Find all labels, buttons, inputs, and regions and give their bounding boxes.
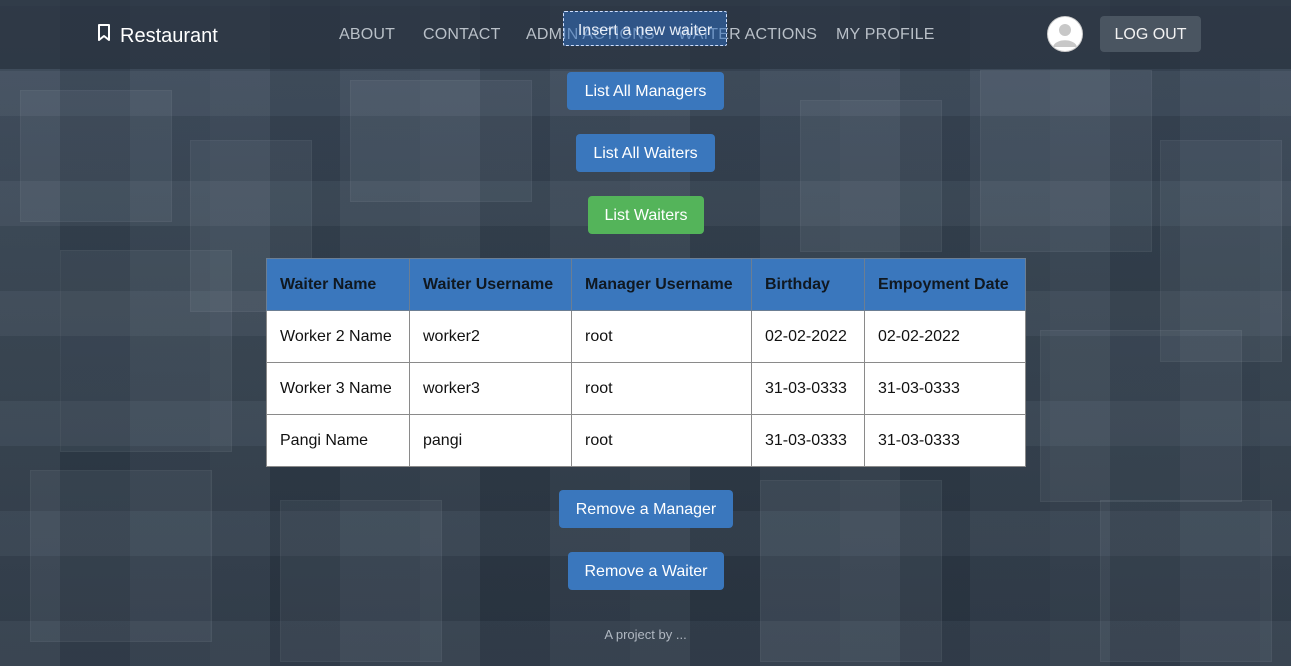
nav-link-contact[interactable]: CONTACT [423, 26, 501, 44]
insert-waiter-button[interactable]: Insert a new waiter [563, 11, 727, 46]
table-header-row: Waiter Name Waiter Username Manager User… [266, 258, 1026, 311]
list-all-managers-button[interactable]: List All Managers [567, 72, 724, 110]
cell-manager-username: root [571, 414, 752, 467]
col-waiter-name: Waiter Name [266, 258, 410, 311]
cell-employment-date: 02-02-2022 [864, 310, 1026, 363]
remove-manager-button[interactable]: Remove a Manager [559, 490, 733, 528]
cell-waiter-username: worker2 [409, 310, 572, 363]
cell-employment-date: 31-03-0333 [864, 362, 1026, 415]
waiters-table: Waiter Name Waiter Username Manager User… [266, 258, 1026, 467]
brand-logo[interactable]: Restaurant [97, 24, 218, 48]
cell-birthday: 02-02-2022 [751, 310, 865, 363]
cell-waiter-username: pangi [409, 414, 572, 467]
cell-employment-date: 31-03-0333 [864, 414, 1026, 467]
col-manager-username: Manager Username [571, 258, 752, 311]
logout-button[interactable]: LOG OUT [1100, 16, 1201, 52]
cell-waiter-name: Worker 2 Name [266, 310, 410, 363]
cell-manager-username: root [571, 362, 752, 415]
cell-birthday: 31-03-0333 [751, 414, 865, 467]
table-row: Worker 2 Name worker2 root 02-02-2022 02… [266, 310, 1026, 363]
table-row: Worker 3 Name worker3 root 31-03-0333 31… [266, 362, 1026, 415]
col-waiter-username: Waiter Username [409, 258, 572, 311]
table-row: Pangi Name pangi root 31-03-0333 31-03-0… [266, 414, 1026, 467]
cell-waiter-name: Worker 3 Name [266, 362, 410, 415]
cell-waiter-username: worker3 [409, 362, 572, 415]
footer-text: A project by ... [604, 627, 687, 642]
cell-waiter-name: Pangi Name [266, 414, 410, 467]
user-avatar-icon[interactable] [1047, 16, 1083, 52]
list-waiters-button[interactable]: List Waiters [588, 196, 704, 234]
nav-link-about[interactable]: ABOUT [339, 26, 395, 44]
col-employment-date: Empoyment Date [864, 258, 1026, 311]
nav-link-my-profile[interactable]: MY PROFILE [836, 26, 935, 44]
cell-manager-username: root [571, 310, 752, 363]
remove-waiter-button[interactable]: Remove a Waiter [568, 552, 724, 590]
bookmark-icon [97, 24, 120, 48]
list-all-waiters-button[interactable]: List All Waiters [576, 134, 715, 172]
cell-birthday: 31-03-0333 [751, 362, 865, 415]
col-birthday: Birthday [751, 258, 865, 311]
brand-name: Restaurant [120, 24, 218, 47]
